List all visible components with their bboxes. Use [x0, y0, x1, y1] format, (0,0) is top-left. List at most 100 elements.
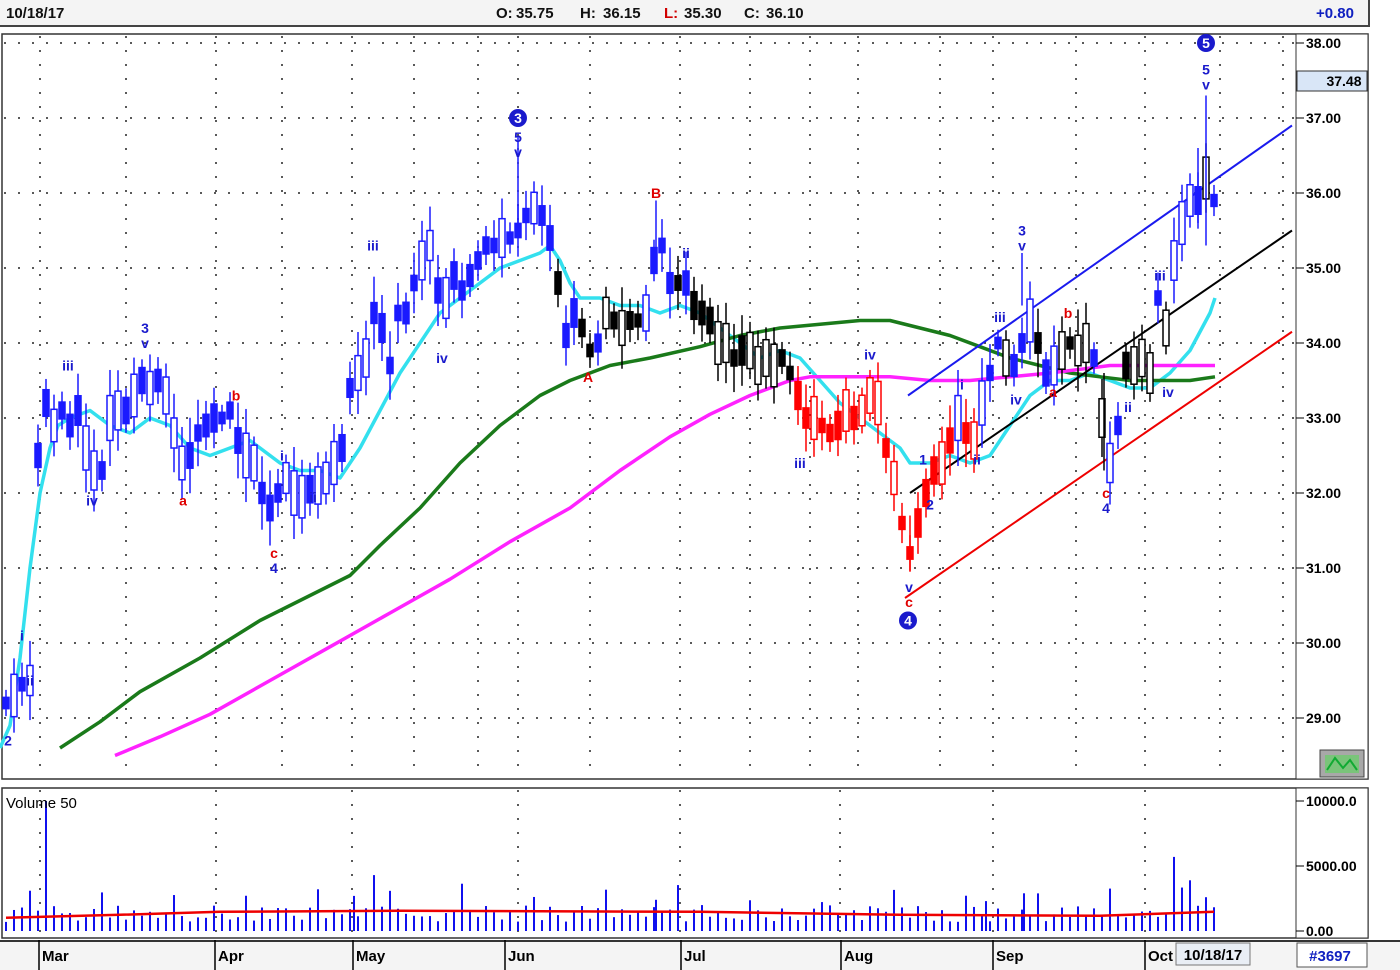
candle-body	[178, 445, 186, 481]
candle-body	[258, 481, 266, 505]
wave-label: b	[1064, 305, 1073, 321]
candle-body	[786, 365, 794, 381]
candle-body	[410, 274, 418, 292]
candle-body	[282, 461, 290, 495]
candle-body	[986, 364, 994, 382]
candle-body	[594, 333, 602, 353]
wave-label: i	[280, 448, 284, 464]
candle-body	[978, 380, 986, 426]
candle-body	[194, 424, 202, 442]
candle-body	[370, 301, 378, 325]
candle-body	[874, 380, 882, 426]
candle-body	[98, 461, 106, 480]
candle-body	[530, 191, 538, 225]
wave-label: b	[232, 388, 241, 404]
month-label: Sep	[996, 948, 1024, 965]
candle-body	[458, 280, 466, 301]
candle-body	[418, 240, 426, 281]
wave-label: 3	[1018, 223, 1026, 239]
wave-label: B	[651, 185, 661, 201]
price-tick-label: 37.00	[1306, 110, 1341, 126]
wave-label: i	[20, 628, 24, 644]
price-tick-label: 35.00	[1306, 260, 1341, 276]
candle-body	[274, 483, 282, 503]
candle-body	[226, 401, 234, 420]
candle-body	[34, 442, 42, 469]
candle-body	[954, 394, 962, 442]
candle-body	[962, 422, 970, 444]
wave-label: i	[960, 376, 964, 392]
candle-body	[74, 395, 82, 426]
wave-label: v	[1202, 76, 1210, 92]
candle-body	[298, 474, 306, 519]
candle-body	[938, 441, 946, 485]
wave-label: 4	[270, 560, 278, 576]
candle-body	[242, 432, 250, 479]
wave-label: iv	[1010, 391, 1022, 407]
candle-body	[154, 368, 162, 393]
wave-label: c	[270, 545, 278, 561]
month-label: May	[356, 948, 386, 965]
candle-body	[618, 309, 626, 347]
candle-body	[754, 345, 762, 386]
volume-tick-label: 10000.0	[1306, 793, 1357, 809]
candle-body	[434, 277, 442, 304]
volume-tick-label: 5000.00	[1306, 858, 1357, 874]
price-tick-label: 36.00	[1306, 185, 1341, 201]
candle-body	[1042, 359, 1050, 387]
candle-body	[770, 343, 778, 388]
candle-body	[1082, 322, 1090, 364]
candle-body	[730, 349, 738, 367]
wave-label: c	[1102, 485, 1110, 501]
candle-body	[682, 270, 690, 296]
candle-body	[266, 494, 274, 522]
price-tick-label: 31.00	[1306, 560, 1341, 576]
candle-body	[58, 401, 66, 420]
candle-body	[554, 271, 562, 295]
wave-label: 4	[904, 613, 912, 629]
price-tick-label: 29.00	[1306, 710, 1341, 726]
candle-body	[90, 450, 98, 491]
candle-body	[450, 261, 458, 290]
candle-body	[858, 394, 866, 427]
wave-label: 2	[926, 496, 934, 512]
candle-body	[994, 336, 1002, 350]
candle-body	[1066, 336, 1074, 350]
candle-body	[218, 411, 226, 425]
candle-body	[162, 376, 170, 415]
candle-body	[1034, 332, 1042, 354]
candle-body	[850, 405, 858, 431]
candle-body	[130, 373, 138, 418]
candle-body	[210, 403, 218, 433]
month-labels: Mar Apr May Jun Jul Aug Sep Oct	[38, 940, 1173, 970]
candle-body	[946, 427, 954, 454]
wave-label: iv	[436, 350, 448, 366]
wave-label: iv	[1162, 384, 1174, 400]
candle-body	[1018, 333, 1026, 353]
candle-body	[1170, 240, 1178, 281]
candle-body	[498, 217, 506, 259]
wave-label: ii	[309, 489, 317, 505]
volume-panel	[1, 787, 1369, 939]
candle-body	[562, 322, 570, 349]
candle-body	[474, 251, 482, 270]
month-label: Apr	[218, 948, 244, 965]
wave-label: a	[1049, 384, 1057, 400]
candle-body	[346, 377, 354, 399]
candle-body	[122, 396, 130, 425]
candle-body	[426, 229, 434, 262]
candle-body	[818, 417, 826, 434]
candle-body	[866, 377, 874, 414]
price-panel	[1, 33, 1369, 780]
candle-body	[1122, 351, 1130, 380]
month-label: Jun	[508, 948, 535, 965]
symbol-number: #3697	[1309, 948, 1351, 965]
wave-label: v	[141, 335, 149, 351]
candle-body	[354, 354, 362, 392]
wave-label: 1	[919, 451, 927, 467]
candle-body	[698, 300, 706, 326]
chart-tool-icon[interactable]	[1319, 749, 1365, 778]
wave-label: v	[1018, 238, 1026, 254]
candle-body	[802, 407, 810, 429]
candle-body	[1138, 338, 1146, 378]
